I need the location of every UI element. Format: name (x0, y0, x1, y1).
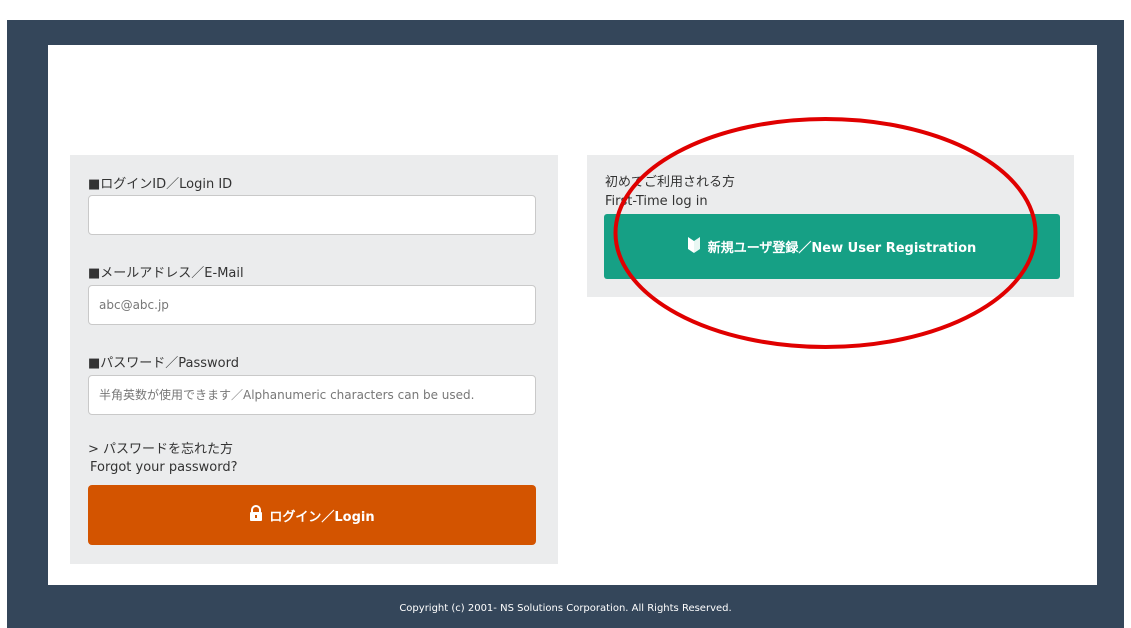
login-id-input[interactable] (88, 195, 536, 235)
login-id-label: ■ログインID／Login ID (88, 177, 233, 192)
email-input[interactable] (88, 285, 536, 325)
login-button[interactable]: ログイン／Login (88, 485, 536, 545)
forgot-password-line2: Forgot your password? (90, 460, 238, 475)
footer-copyright: Copyright (c) 2001- NS Solutions Corpora… (399, 603, 732, 614)
password-input[interactable] (88, 375, 536, 415)
login-button-label: ログイン／Login (269, 509, 375, 525)
password-label: ■パスワード／Password (88, 356, 240, 371)
padlock-icon (249, 504, 263, 526)
beginner-mark-icon (687, 236, 700, 257)
email-label: ■メールアドレス／E-Mail (88, 266, 244, 281)
registration-text-line1: 初めてご利用される方 (605, 175, 736, 190)
new-user-registration-button[interactable]: 新規ユーザ登録／New User Registration (604, 214, 1060, 279)
registration-text-line2: First-Time log in (605, 194, 708, 209)
forgot-password-link[interactable]: > パスワードを忘れた方 Forgot your password? (88, 441, 238, 477)
forgot-password-line1: > パスワードを忘れた方 (88, 442, 234, 457)
registration-button-label: 新規ユーザ登録／New User Registration (707, 241, 977, 256)
registration-text: 初めてご利用される方 First-Time log in (605, 173, 735, 211)
